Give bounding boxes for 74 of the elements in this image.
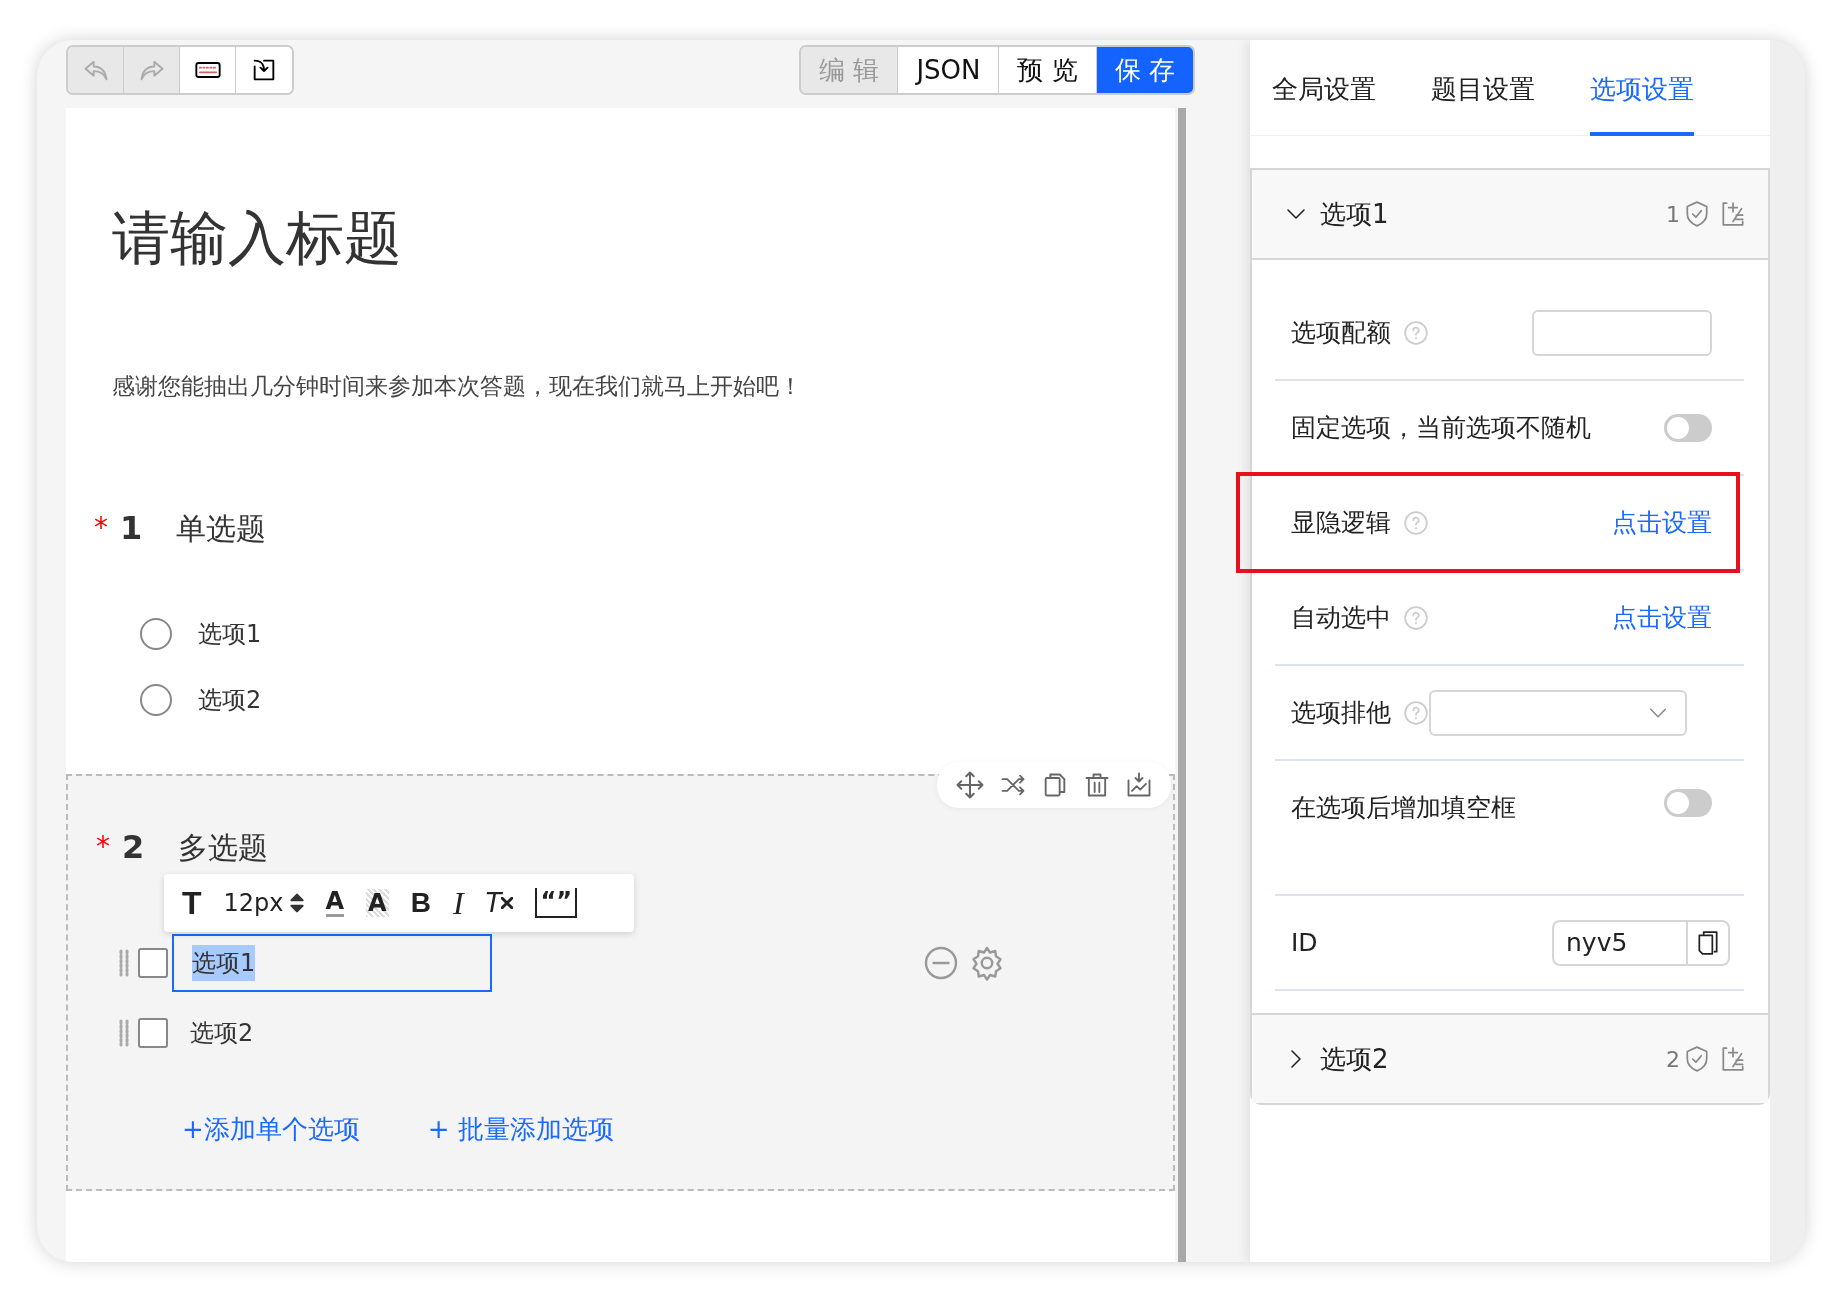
settings-icon <box>969 945 1005 981</box>
field-label: 固定选项，当前选项不随机 <box>1291 411 1591 444</box>
settings-tab[interactable]: 题目设置 <box>1431 40 1535 136</box>
radio-button[interactable] <box>140 618 172 650</box>
shield-check-icon <box>1684 1045 1710 1073</box>
mode-button[interactable]: JSON <box>898 47 1000 93</box>
question-number: 2 <box>122 827 146 868</box>
field-label: 在选项后增加填空框 <box>1291 792 1516 824</box>
field-label: ID <box>1291 926 1318 959</box>
drag-handle-icon <box>118 948 130 978</box>
survey-title[interactable]: 请输入标题 <box>66 196 1175 280</box>
scrollbar[interactable] <box>1178 108 1186 1262</box>
settings-link[interactable]: 点击设置 <box>1612 503 1712 542</box>
toggle-switch[interactable] <box>1664 789 1712 817</box>
field-label: 显隐逻辑 <box>1291 506 1391 539</box>
question-number: 1 <box>120 508 144 549</box>
minus-circle-icon <box>923 945 959 981</box>
move-icon <box>955 770 985 800</box>
settings-tab[interactable]: 全局设置 <box>1272 40 1376 136</box>
option-label[interactable]: 选项2 <box>198 682 262 718</box>
option-panel-header[interactable]: 选项2 2 <box>1252 1015 1768 1103</box>
help-icon <box>1403 699 1429 726</box>
help-icon <box>1403 604 1429 631</box>
help-icon <box>1403 509 1429 536</box>
toggle-switch[interactable] <box>1664 413 1712 442</box>
help-icon <box>1403 319 1429 346</box>
option-label[interactable]: 选项1 <box>198 616 262 652</box>
edit-list-icon <box>1720 1045 1746 1073</box>
question-card[interactable]: * 2 多选题 T 12px A A B I T “” 选项1 选项2 +添加单个选项 + 批量添加选项 <box>66 774 1175 1191</box>
drag-handle-icon <box>118 1018 130 1048</box>
add-option-link[interactable]: +添加单个选项 <box>182 1110 360 1149</box>
shield-check-icon <box>1684 200 1710 228</box>
settings-tab[interactable]: 选项设置 <box>1590 40 1694 136</box>
add-option-link[interactable]: + 批量添加选项 <box>427 1110 614 1149</box>
italic-button[interactable]: I <box>452 887 464 919</box>
option-panel-title: 选项2 <box>1320 1042 1389 1076</box>
question-title[interactable]: 多选题 <box>178 824 268 870</box>
option-count: 1 <box>1666 200 1680 229</box>
checkbox[interactable] <box>138 948 168 978</box>
option-panel-header[interactable]: 选项1 1 <box>1252 170 1768 258</box>
radio-button[interactable] <box>140 684 172 716</box>
font-button[interactable]: T <box>182 887 202 919</box>
clear-format-button[interactable]: T <box>485 890 514 916</box>
font-color-button[interactable]: A <box>325 889 345 917</box>
option-label[interactable]: 选项2 <box>190 1015 254 1051</box>
checkbox[interactable] <box>138 1018 168 1048</box>
option-count: 2 <box>1666 1045 1680 1074</box>
bold-button[interactable]: B <box>410 889 431 917</box>
save-button[interactable]: 保 存 <box>1096 47 1193 93</box>
quote-button[interactable]: “” <box>535 888 577 918</box>
settings-link[interactable]: 点击设置 <box>1612 598 1712 637</box>
option-input[interactable]: 选项1 <box>172 934 492 992</box>
font-size-select[interactable]: 12px <box>223 891 304 915</box>
up-down-icon <box>289 892 304 914</box>
question-title[interactable]: 单选题 <box>176 505 266 551</box>
field-label: 选项排他 <box>1291 696 1391 729</box>
quota-input[interactable] <box>1532 309 1712 356</box>
copy-icon <box>1697 929 1719 956</box>
option-panel-title: 选项1 <box>1320 197 1389 231</box>
keyboard-button[interactable] <box>180 47 236 93</box>
required-mark: * <box>94 510 109 546</box>
copy-button[interactable] <box>1688 919 1730 966</box>
import-button[interactable] <box>236 47 292 93</box>
highlight-button[interactable]: A <box>366 889 389 917</box>
field-label: 自动选中 <box>1291 601 1391 634</box>
id-input[interactable]: nyv5 <box>1552 919 1688 966</box>
close-icon <box>501 897 514 909</box>
required-mark: * <box>96 829 111 865</box>
edit-list-icon <box>1720 200 1746 228</box>
trash-icon <box>1083 771 1111 799</box>
download-chart-icon <box>1125 771 1153 799</box>
mode-button[interactable]: 预 览 <box>999 47 1097 93</box>
survey-description[interactable]: 感谢您能抽出几分钟时间来参加本次答题，现在我们就马上开始吧！ <box>66 368 1175 404</box>
field-label: 选项配额 <box>1291 316 1391 349</box>
